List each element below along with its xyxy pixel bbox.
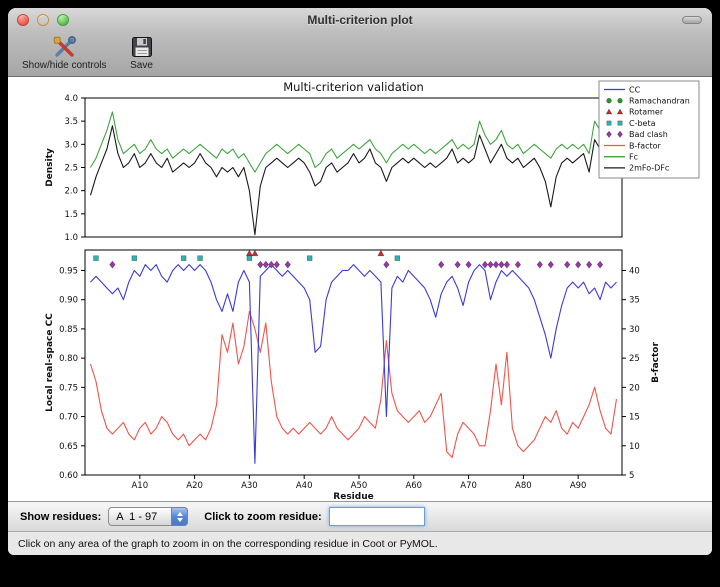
svg-text:A20: A20	[186, 481, 203, 491]
svg-text:A70: A70	[460, 481, 477, 491]
svg-text:0.80: 0.80	[59, 354, 78, 364]
svg-text:3.0: 3.0	[64, 140, 78, 150]
traffic-lights	[17, 14, 69, 26]
svg-text:CC: CC	[629, 85, 641, 94]
show-hide-controls-button[interactable]: Show/hide controls	[22, 34, 107, 71]
svg-text:40: 40	[629, 266, 640, 276]
svg-text:3.5: 3.5	[64, 117, 78, 127]
svg-text:10: 10	[629, 442, 640, 452]
svg-text:0.90: 0.90	[59, 296, 78, 306]
show-residues-label: Show residues:	[20, 511, 101, 523]
svg-text:Ramachandran: Ramachandran	[629, 97, 690, 106]
multi-criterion-plot-canvas[interactable]: Multi-criterion validation 1.0 1.5 2.0 2.5 3.…	[8, 77, 712, 501]
status-bar: Click on any area of the graph to zoom i…	[8, 531, 712, 555]
save-icon	[129, 34, 155, 60]
marker-set-c-beta	[94, 256, 400, 261]
window-title: Multi-criterion plot	[8, 13, 712, 27]
svg-text:A40: A40	[296, 481, 313, 491]
svg-text:C-beta: C-beta	[629, 119, 656, 128]
minimize-button[interactable]	[37, 14, 49, 26]
svg-text:Density: Density	[45, 148, 55, 187]
svg-text:Rotamer: Rotamer	[629, 108, 664, 117]
svg-text:0.85: 0.85	[59, 325, 78, 335]
svg-text:2mFo-DFc: 2mFo-DFc	[629, 164, 669, 173]
toolbar-toggle-button[interactable]	[682, 16, 702, 24]
controls-bar: Show residues: A 1 - 97 Click to zoom re…	[8, 501, 712, 531]
svg-text:Multi-criterion validation: Multi-criterion validation	[283, 80, 424, 94]
plot-figure: Multi-criterion validation 1.0 1.5 2.0 2.5 3.…	[8, 77, 712, 501]
zoom-window-button[interactable]	[57, 14, 69, 26]
svg-text:Local real-space CC: Local real-space CC	[45, 313, 55, 412]
svg-text:A30: A30	[241, 481, 258, 491]
svg-text:0.75: 0.75	[59, 383, 78, 393]
svg-text:25: 25	[629, 354, 640, 364]
svg-text:A80: A80	[515, 481, 532, 491]
residue-range-select[interactable]: A 1 - 97	[108, 507, 188, 526]
svg-text:Bad clash: Bad clash	[629, 130, 668, 139]
status-text: Click on any area of the graph to zoom i…	[18, 538, 438, 550]
svg-text:35: 35	[629, 296, 640, 306]
svg-text:A10: A10	[131, 481, 148, 491]
svg-text:0.60: 0.60	[59, 471, 78, 481]
svg-text:0.70: 0.70	[59, 413, 78, 423]
stepper-arrows-icon	[171, 507, 188, 526]
svg-text:2.0: 2.0	[64, 187, 78, 197]
svg-text:0.65: 0.65	[59, 442, 78, 452]
svg-text:4.0: 4.0	[64, 94, 78, 104]
toolbar-button-label: Save	[130, 60, 153, 71]
residue-range-value: A 1 - 97	[116, 511, 157, 523]
toolbar-button-label: Show/hide controls	[22, 60, 107, 71]
svg-text:0.95: 0.95	[59, 266, 78, 276]
svg-text:B-factor: B-factor	[629, 141, 662, 150]
svg-text:2.5: 2.5	[64, 164, 78, 174]
svg-text:20: 20	[629, 383, 640, 393]
svg-text:30: 30	[629, 325, 640, 335]
close-button[interactable]	[17, 14, 29, 26]
svg-text:Fc: Fc	[629, 153, 638, 162]
zoom-residue-label: Click to zoom residue:	[204, 511, 321, 523]
svg-text:15: 15	[629, 413, 640, 423]
toolbar: Show/hide controls Save	[8, 31, 712, 77]
svg-text:A60: A60	[405, 481, 422, 491]
svg-text:A50: A50	[351, 481, 368, 491]
svg-text:1.5: 1.5	[64, 210, 78, 220]
tools-icon	[51, 34, 77, 60]
plot-legend: CC Ramachandran Rotamer C-beta Bad clash B-fa…	[599, 81, 699, 178]
svg-text:B-factor: B-factor	[651, 342, 661, 383]
svg-text:1.0: 1.0	[64, 233, 78, 243]
svg-text:Residue: Residue	[333, 492, 373, 501]
app-window: Multi-criterion plot Show/hide controls	[8, 8, 712, 555]
zoom-residue-input[interactable]	[329, 507, 425, 526]
save-button[interactable]: Save	[129, 34, 155, 71]
svg-text:5: 5	[629, 471, 634, 481]
titlebar: Multi-criterion plot	[8, 8, 712, 31]
svg-text:A90: A90	[570, 481, 587, 491]
marker-set-rotamer	[246, 250, 384, 255]
